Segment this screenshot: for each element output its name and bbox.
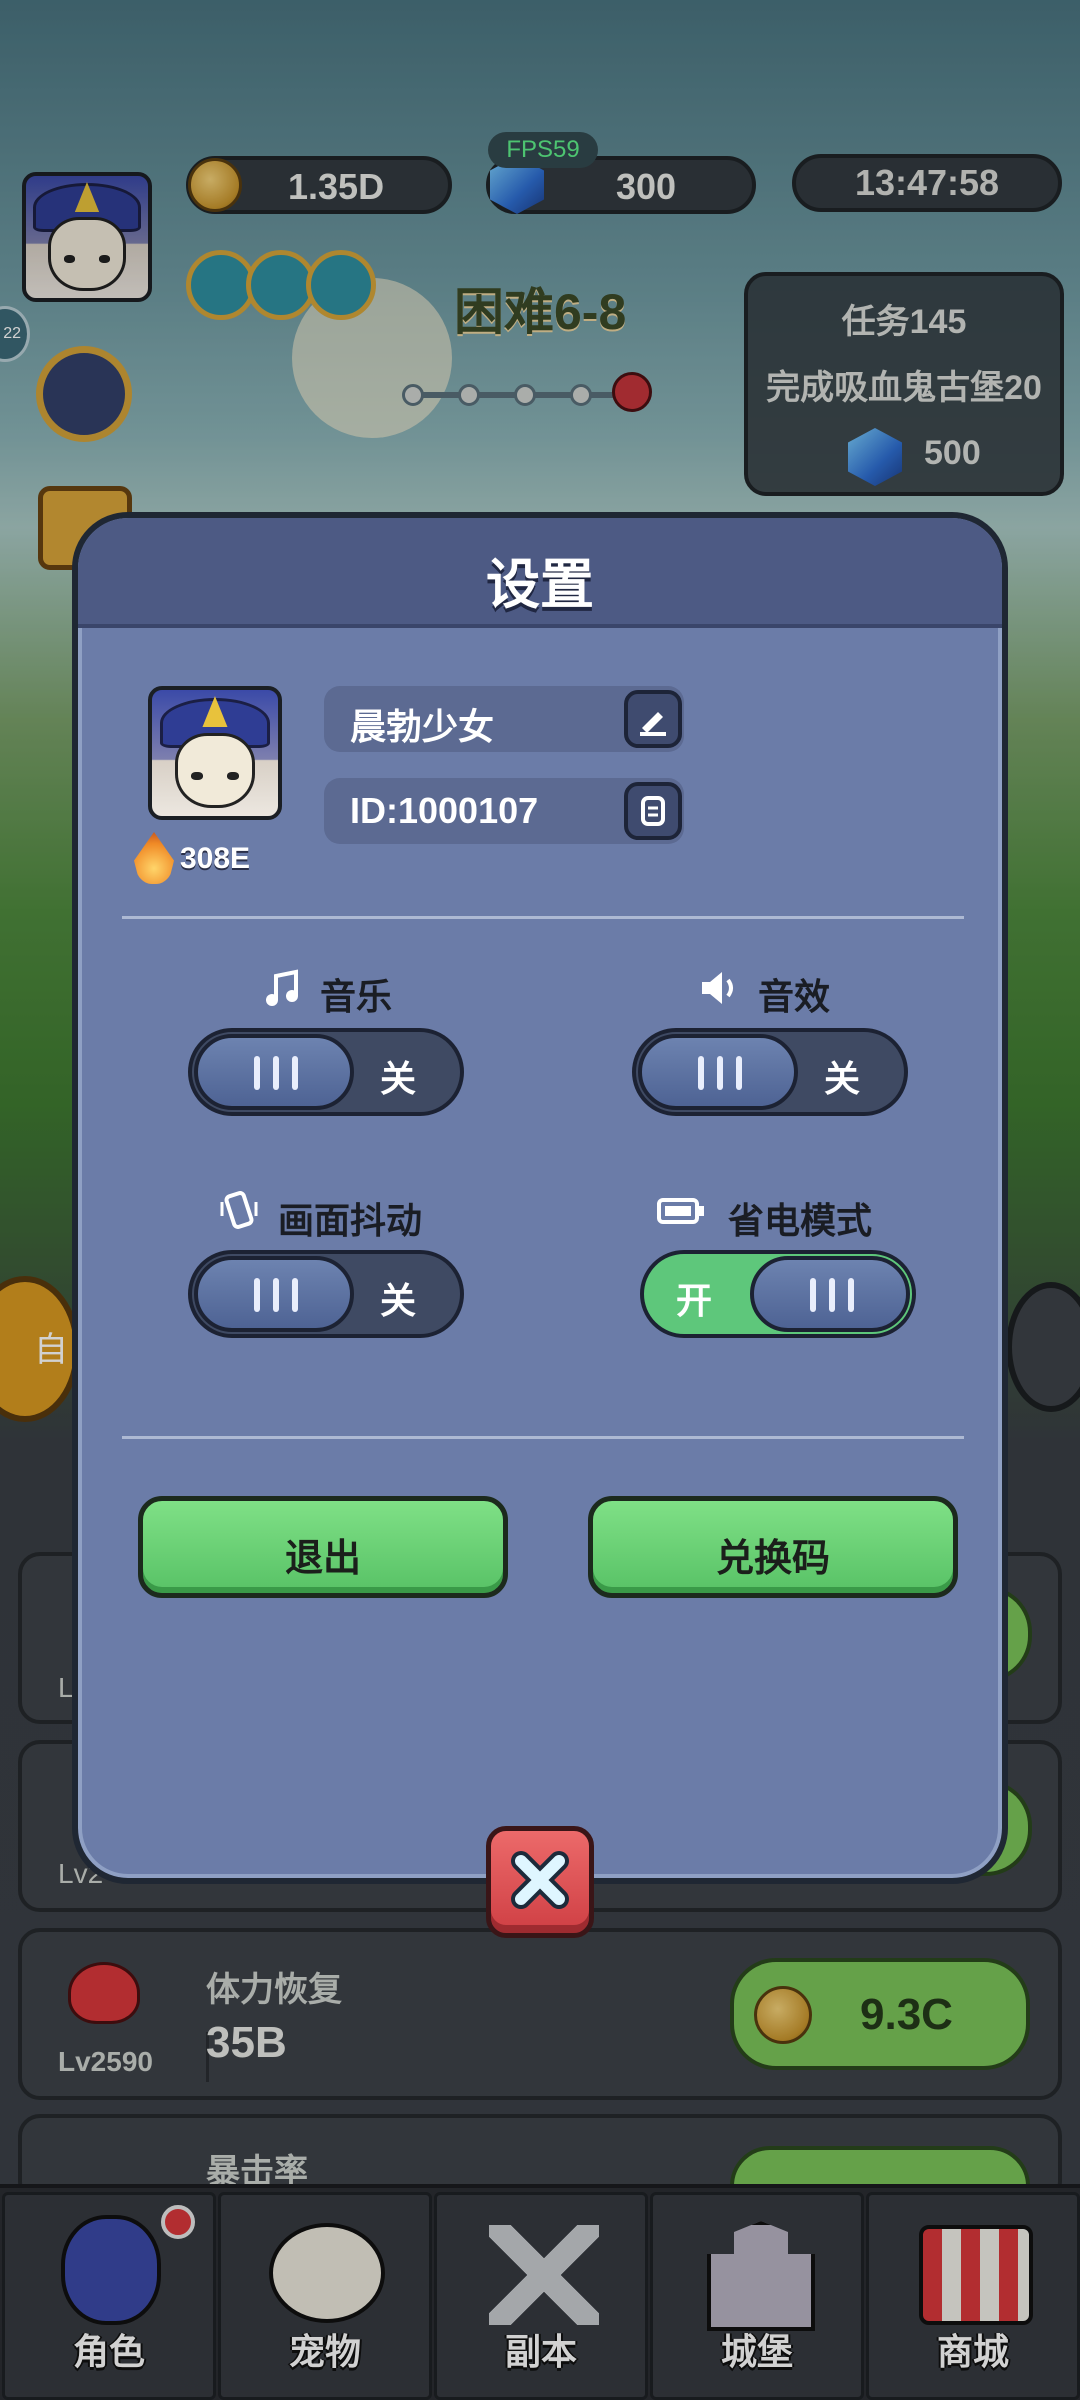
user-id-text: ID:1000107 xyxy=(350,790,539,831)
shake-toggle-state: 关 xyxy=(380,1280,417,1321)
shake-label: 画面抖动 xyxy=(278,1200,423,1241)
music-note-icon xyxy=(266,969,298,1006)
close-button[interactable] xyxy=(486,1826,594,1938)
music-toggle[interactable]: 关 xyxy=(188,1028,464,1116)
shake-toggle[interactable]: 关 xyxy=(188,1250,464,1338)
power-save-label: 省电模式 xyxy=(728,1200,873,1241)
music-toggle-state: 关 xyxy=(380,1058,417,1099)
divider xyxy=(122,916,964,919)
copy-id-button[interactable] xyxy=(624,782,682,840)
sfx-toggle[interactable]: 关 xyxy=(632,1028,908,1116)
speaker-icon xyxy=(702,972,733,1004)
power-save-toggle[interactable]: 开 xyxy=(640,1250,916,1338)
logout-button[interactable]: 退出 xyxy=(138,1496,508,1598)
close-icon xyxy=(511,1851,569,1909)
edit-name-button[interactable] xyxy=(624,690,682,748)
nickname-field: 晨勃少女 xyxy=(324,686,684,752)
divider xyxy=(122,1436,964,1439)
power-value: 308E xyxy=(180,842,251,875)
pencil-icon xyxy=(640,712,666,736)
music-label: 音乐 xyxy=(320,976,393,1017)
phone-vibrate-icon xyxy=(220,1191,258,1229)
power-save-toggle-state: 开 xyxy=(676,1280,713,1321)
user-id-field: ID:1000107 xyxy=(324,778,684,844)
dialog-title: 设置 xyxy=(486,555,594,615)
profile-avatar[interactable] xyxy=(148,686,282,820)
copy-icon xyxy=(641,796,665,826)
settings-dialog: 设置 308E 晨勃少女 ID:1000107 音乐 关 音效 关 画面抖动 关… xyxy=(72,512,1008,1884)
dialog-header: 设置 xyxy=(78,518,1002,628)
nickname-text: 晨勃少女 xyxy=(350,706,495,747)
sfx-label: 音效 xyxy=(758,976,831,1017)
sfx-toggle-state: 关 xyxy=(824,1058,861,1099)
battery-icon xyxy=(657,1198,704,1224)
flame-icon xyxy=(134,832,174,884)
redeem-code-button[interactable]: 兑换码 xyxy=(588,1496,958,1598)
